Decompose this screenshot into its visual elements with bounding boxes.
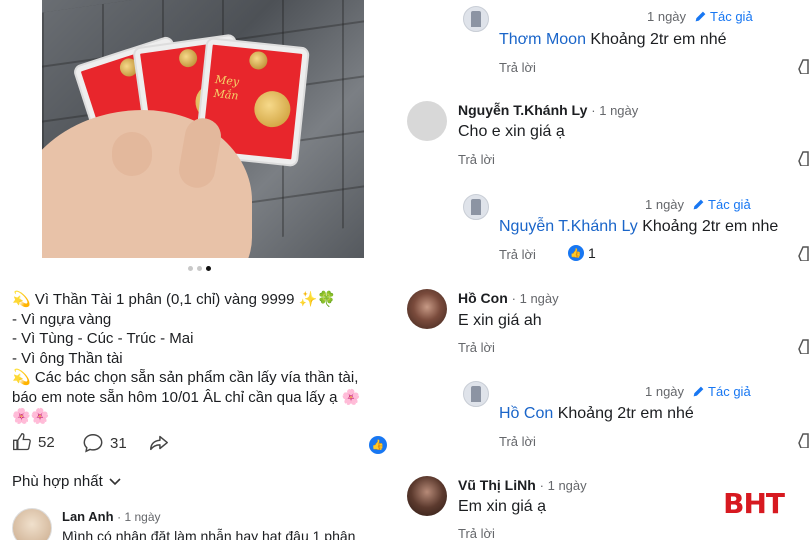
carousel-dot[interactable]: [197, 266, 202, 271]
comment-author[interactable]: Lan Anh · 1 ngày: [62, 509, 161, 524]
reply-time: 1 ngày: [645, 197, 685, 212]
reply-meta: 1 ngày Tác giả: [645, 197, 751, 212]
reply-button[interactable]: Trả lời: [499, 434, 536, 449]
comment-author[interactable]: Vũ Thị LiNh · 1 ngày: [458, 477, 587, 493]
like-count: 52: [38, 433, 55, 451]
mention-link[interactable]: Hồ Con: [499, 405, 553, 422]
reply-button[interactable]: Trả lời: [458, 152, 495, 167]
avatar[interactable]: [463, 194, 489, 220]
mention-link[interactable]: Nguyễn T.Khánh Ly: [499, 218, 638, 235]
avatar[interactable]: [407, 289, 447, 329]
post-line: 💫 Vì Thần Tài 1 phân (0,1 chỉ) vàng 9999…: [12, 291, 336, 308]
pencil-icon: [695, 11, 706, 22]
comment-text: Em xin giá ạ: [458, 498, 547, 515]
comment-text: Mình có nhận đặt làm nhẫn hay hạt đâu 1 …: [62, 528, 356, 540]
reply-text: Nguyễn T.Khánh Ly Khoảng 2tr em nhe: [499, 218, 779, 235]
mention-link[interactable]: Thơm Moon: [499, 31, 586, 48]
carousel-dot-active[interactable]: [206, 266, 211, 271]
avatar[interactable]: [407, 101, 447, 141]
reply-button[interactable]: Trả lời: [499, 60, 536, 75]
reply-time: 1 ngày: [647, 9, 687, 24]
sort-label: Phù hợp nhất: [12, 473, 103, 490]
pencil-icon: [693, 199, 704, 210]
post-line: 💫 Các bác chọn sẵn sản phẩm cần lấy vía …: [12, 369, 359, 386]
share-arrow-icon: [150, 435, 168, 451]
thumbs-up-icon[interactable]: [798, 245, 810, 262]
author-badge: Tác giả: [694, 9, 753, 24]
like-reaction-badge-icon: 👍: [568, 245, 584, 261]
post-line: 🌸🌸: [12, 408, 50, 425]
reaction-bar: 52 31 👍: [12, 432, 397, 456]
post-panel: Mey Mắn 💫 Vì Thần Tài 1 phân (0,1 chỉ) và…: [0, 0, 405, 540]
comment-icon: [83, 434, 103, 453]
reply-meta: 1 ngày Tác giả: [645, 384, 751, 399]
reply-button[interactable]: Trả lời: [458, 526, 495, 540]
post-line: - Vì ngựa vàng: [12, 310, 112, 328]
thumbs-up-icon[interactable]: [798, 338, 810, 355]
avatar[interactable]: [12, 508, 52, 540]
share-button[interactable]: [148, 432, 170, 454]
watermark-logo: BHT: [723, 487, 785, 520]
comments-panel: 1 ngày Tác giả Thơm Moon Khoảng 2tr em n…: [405, 0, 810, 540]
chevron-down-icon: [109, 477, 121, 485]
avatar[interactable]: [463, 381, 489, 407]
carousel-dot[interactable]: [188, 266, 193, 271]
post-caption: 💫 Vì Thần Tài 1 phân (0,1 chỉ) vàng 9999…: [12, 290, 397, 427]
pencil-icon: [693, 386, 704, 397]
reply-text: Thơm Moon Khoảng 2tr em nhé: [499, 31, 727, 48]
post-line: - Vì Tùng - Cúc - Trúc - Mai: [12, 330, 194, 347]
author-badge: Tác giả: [692, 197, 751, 212]
post-photo[interactable]: Mey Mắn: [42, 0, 364, 258]
post-line: - Vì ông Thần tài: [12, 349, 123, 367]
post-photo-area: Mey Mắn: [0, 0, 405, 258]
like-button[interactable]: 52: [12, 432, 55, 452]
thumbs-up-icon[interactable]: [798, 58, 810, 75]
like-reaction-badge-icon: 👍: [369, 436, 387, 454]
comment-button[interactable]: 31: [82, 432, 127, 454]
post-line: báo em note sẵn hôm 10/01 ÂL chỉ cần qua…: [12, 388, 361, 406]
comment-count: 31: [110, 434, 127, 452]
reply-button[interactable]: Trả lời: [458, 340, 495, 355]
comment-sort-dropdown[interactable]: Phù hợp nhất: [12, 473, 121, 490]
comment-text: Cho e xin giá ạ: [458, 123, 565, 140]
comment-text: E xin giá ah: [458, 312, 542, 329]
comment-author[interactable]: Nguyễn T.Khánh Ly · 1 ngày: [458, 102, 638, 118]
reply-like-count[interactable]: 👍 1: [568, 245, 596, 261]
card-script: Mey Mắn: [213, 73, 240, 103]
thumbs-up-icon: [13, 432, 31, 451]
carousel-indicator[interactable]: [188, 266, 211, 271]
reply-time: 1 ngày: [645, 384, 685, 399]
author-badge: Tác giả: [692, 384, 751, 399]
thumbs-up-icon[interactable]: [798, 432, 810, 449]
reply-text: Hồ Con Khoảng 2tr em nhé: [499, 405, 694, 422]
reply-meta: 1 ngày Tác giả: [647, 9, 753, 24]
thumbs-up-icon[interactable]: [798, 150, 810, 167]
avatar[interactable]: [407, 476, 447, 516]
comment-time: · 1 ngày: [117, 510, 161, 524]
reply-button[interactable]: Trả lời: [499, 247, 536, 262]
avatar[interactable]: [463, 6, 489, 32]
comment-author[interactable]: Hồ Con · 1 ngày: [458, 290, 559, 306]
